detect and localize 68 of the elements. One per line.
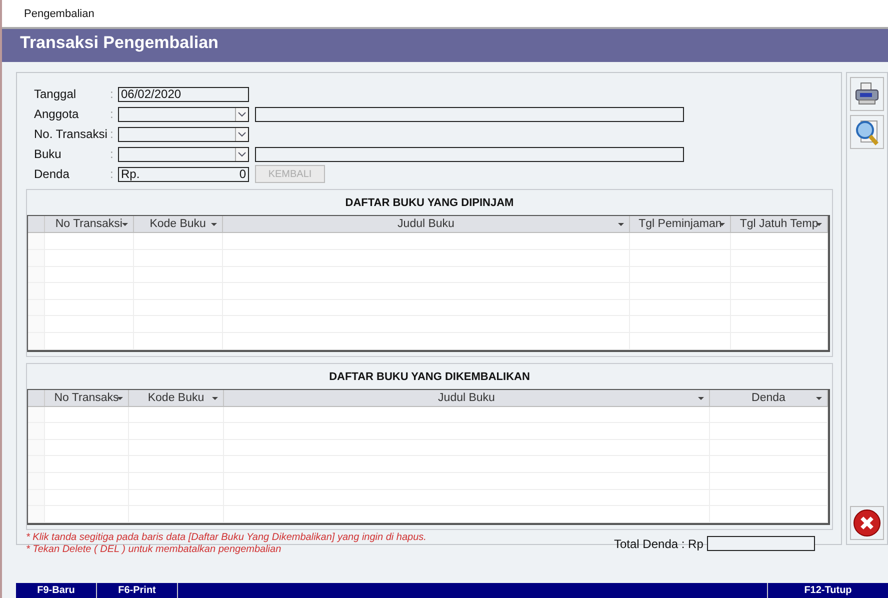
total-label: Total Denda : Rp (614, 536, 704, 551)
sort-icon (212, 396, 218, 400)
column-header[interactable]: No Transaks (45, 390, 129, 406)
row-selector[interactable] (28, 506, 45, 522)
sort-icon (618, 223, 624, 226)
colon-text: : (110, 107, 114, 122)
row-selector[interactable] (28, 300, 45, 316)
row-selector[interactable] (28, 316, 45, 332)
field-label: Buku (34, 147, 62, 162)
sort-icon (117, 396, 123, 400)
row-selector[interactable] (28, 283, 45, 299)
row-selector[interactable] (28, 233, 45, 250)
amount-field[interactable]: Rp. 0 (118, 166, 249, 182)
column-header[interactable]: Kode Buku (129, 390, 224, 406)
list-title: DAFTAR BUKU YANG DIKEMBALIKAN (329, 370, 530, 383)
column-header[interactable]: Tgl Peminjaman (630, 216, 732, 232)
text-field[interactable] (255, 146, 684, 162)
search-icon[interactable] (850, 115, 884, 150)
row-selector[interactable] (28, 333, 45, 349)
dropdown-icon (235, 128, 248, 141)
row-selector[interactable] (28, 266, 45, 282)
shortcut-key[interactable]: F9-Baru (16, 583, 97, 598)
text-field[interactable] (255, 106, 684, 122)
column-header[interactable]: Tgl Jatuh Temp (731, 216, 828, 232)
dropdown-icon (235, 108, 248, 121)
colon-text: : (110, 87, 114, 102)
column-header[interactable]: Judul Buku (222, 216, 630, 232)
field-label: No. Transaksi (34, 127, 108, 142)
combo-field[interactable] (118, 146, 249, 162)
sort-icon (816, 223, 822, 226)
column-header[interactable]: Denda (710, 390, 828, 406)
row-selector[interactable] (28, 456, 45, 472)
column-header[interactable]: No Transaksi (44, 216, 134, 232)
sort-icon (210, 223, 217, 226)
field-label: Anggota (34, 107, 80, 122)
field-label: Tanggal (34, 87, 78, 102)
colon-text: : (110, 127, 114, 142)
combo-field[interactable] (118, 126, 249, 142)
sort-icon (122, 223, 128, 226)
row-selector[interactable] (28, 406, 45, 422)
sort-icon (719, 223, 726, 226)
column-header[interactable]: Judul Buku (224, 390, 710, 406)
sort-icon (698, 396, 704, 400)
list-title: DAFTAR BUKU YANG DIPINJAM (345, 197, 514, 210)
field-label: Denda (34, 167, 70, 182)
sort-icon (816, 396, 822, 400)
row-selector[interactable] (28, 440, 45, 456)
window-tab[interactable]: Pengembalian (24, 8, 94, 20)
hint-text: * Tekan Delete ( DEL ) untuk membatalkan pengembalian (26, 544, 282, 556)
close-icon[interactable] (850, 506, 884, 540)
row-selector[interactable] (28, 250, 45, 266)
combo-field[interactable] (118, 106, 249, 122)
amount-text: 0 (239, 167, 246, 182)
shortcut-key[interactable]: F12-Tutup (767, 583, 888, 598)
row-selector[interactable] (28, 423, 45, 439)
colon-text: : (110, 167, 114, 182)
total-field[interactable] (707, 536, 816, 552)
colon-text: : (110, 147, 114, 162)
date-field[interactable]: 06/02/2020 (118, 86, 249, 102)
row-selector[interactable] (28, 472, 45, 489)
printer-icon[interactable] (850, 77, 884, 112)
column-header[interactable]: Kode Buku (134, 216, 223, 232)
row-selector[interactable] (28, 490, 45, 506)
currency-text: Rp. (121, 167, 140, 182)
dropdown-icon (235, 148, 248, 161)
window-title: Transaksi Pengembalian (20, 33, 218, 52)
hint-text: * Klik tanda segitiga pada baris data [Daftar Buku Yang Dikembalikan] yang ingin di hapus. (26, 532, 428, 544)
shortcut-key[interactable]: F6-Print (97, 583, 178, 598)
